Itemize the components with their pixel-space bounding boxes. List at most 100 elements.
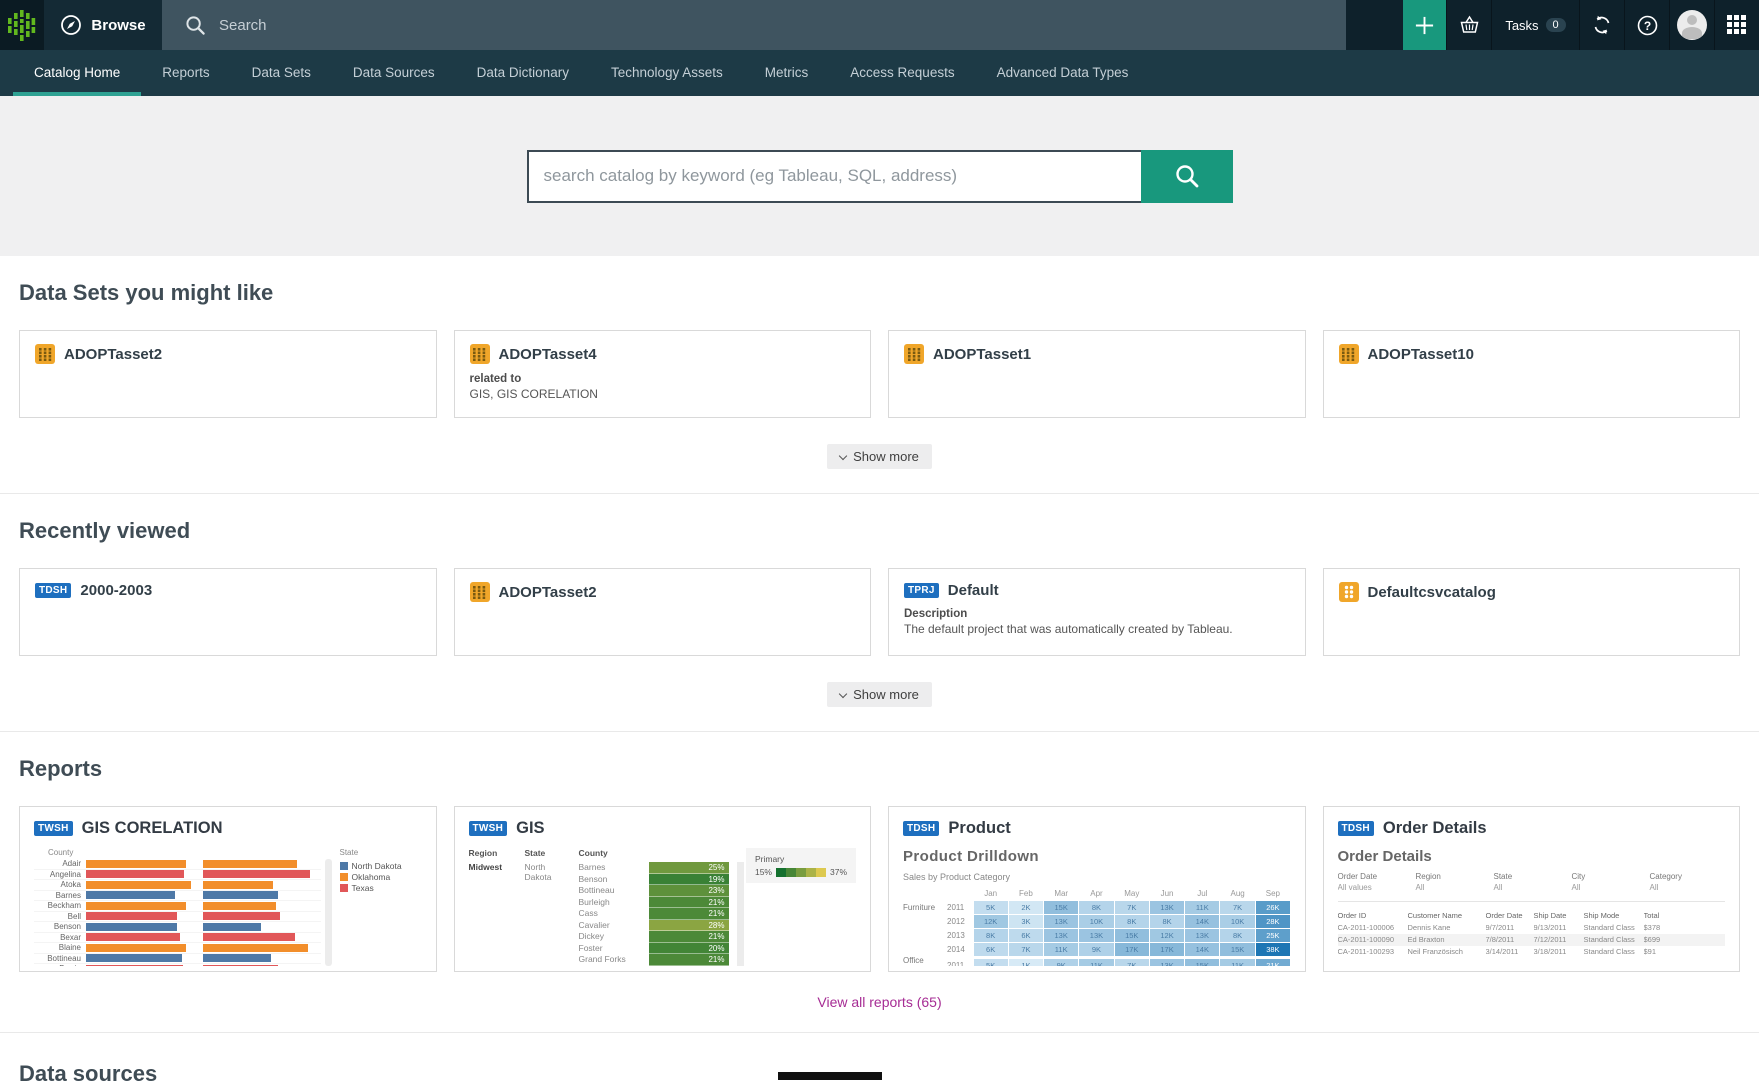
asset-card-adoptasset4[interactable]: ADOPTasset4related toGIS, GIS CORELATION (454, 330, 872, 418)
compose-button[interactable] (1403, 0, 1446, 50)
chart-legend: StateNorth DakotaOklahomaTexas (340, 848, 422, 966)
bar-track (86, 944, 192, 952)
report-thumbnail: RegionMidwestStateNorth DakotaCountyBarn… (469, 848, 857, 966)
table-cell: 9/7/2011 (1486, 922, 1534, 934)
table-icon (470, 582, 490, 602)
bar-label: Angelina (34, 870, 86, 879)
asset-name: Defaultcsvcatalog (1368, 584, 1496, 601)
value-cell: 21% (649, 931, 729, 943)
month-label: Aug (1220, 889, 1254, 898)
heatmap-cell: 8K (1220, 929, 1254, 942)
tab-bar: Catalog HomeReportsData SetsData Sources… (0, 50, 1759, 96)
filter-label: Category (1650, 872, 1726, 881)
asset-card-adoptasset10[interactable]: ADOPTasset10 (1323, 330, 1741, 418)
app-logo[interactable] (0, 0, 44, 50)
heatmap-row: 201212K3K13K10K8K8K14K10K28K (903, 914, 1291, 928)
datasets-show-more-wrap: Show more (19, 418, 1740, 493)
table-cell: 7/12/2011 (1534, 934, 1584, 946)
report-card-gis[interactable]: TWSHGISRegionMidwestStateNorth DakotaCou… (454, 806, 872, 972)
tab-catalog-home[interactable]: Catalog Home (13, 50, 141, 96)
bar (86, 870, 184, 878)
heatmap-cell: 25K (1256, 929, 1290, 942)
bar-label: Benson (34, 922, 86, 931)
filter: StateAll (1494, 872, 1572, 892)
asset-card-defaultcsvcatalog[interactable]: Defaultcsvcatalog (1323, 568, 1741, 656)
table-cell: Neil Französisch (1408, 946, 1486, 958)
state-value: North Dakota (525, 862, 571, 882)
global-search-input[interactable]: Search (162, 0, 1346, 50)
bar-track (203, 860, 309, 868)
recent-show-more-button[interactable]: Show more (827, 682, 932, 707)
heatmap-row: Furniture20115K2K15K8K7K13K11K7K26K (903, 900, 1291, 914)
bar-label: Bottineau (34, 954, 86, 963)
browse-button[interactable]: Browse (44, 0, 162, 50)
bar-track (203, 944, 309, 952)
bar-track (203, 891, 309, 899)
tab-advanced-data-types[interactable]: Advanced Data Types (976, 50, 1150, 96)
table-cell: $378 (1644, 922, 1678, 934)
tab-access-requests[interactable]: Access Requests (829, 50, 975, 96)
bar (86, 954, 182, 962)
asset-name: ADOPTasset2 (499, 584, 597, 601)
chevron-down-icon (839, 689, 847, 697)
asset-card-adoptasset1[interactable]: ADOPTasset1 (888, 330, 1306, 418)
catalog-search-input[interactable] (527, 150, 1141, 203)
apps-button[interactable] (1714, 0, 1759, 50)
tab-metrics[interactable]: Metrics (744, 50, 830, 96)
report-card-order-details[interactable]: TDSHOrder DetailsOrder DetailsOrder Date… (1323, 806, 1741, 972)
heatmap-cell: 12K (974, 915, 1008, 928)
reports-section-title: Reports (19, 756, 1740, 782)
table-cell: 3/14/2011 (1486, 946, 1534, 958)
card-title-row: TDSH2000-2003 (35, 582, 421, 599)
viz-subtitle: Sales by Product Category (903, 872, 1291, 882)
report-card-product[interactable]: TDSHProductProduct DrilldownSales by Pro… (888, 806, 1306, 972)
asset-card-adoptasset2[interactable]: ADOPTasset2 (19, 330, 437, 418)
heatmap-row: Office Supplies20115K1K9K11K7K13K15K11K2… (903, 956, 1291, 966)
table-header-cell: Customer Name (1408, 910, 1486, 922)
tab-data-sets[interactable]: Data Sets (231, 50, 332, 96)
heatmap-cell: 15K (1185, 959, 1219, 967)
refresh-button[interactable] (1579, 0, 1624, 50)
table-cell: Standard Class (1584, 946, 1644, 958)
asset-card-default[interactable]: TPRJDefaultDescriptionThe default projec… (888, 568, 1306, 656)
heatmap-cell: 17K (1150, 943, 1184, 956)
month-label: Jan (974, 889, 1008, 898)
browse-label: Browse (91, 17, 145, 34)
catalog-search-button[interactable] (1141, 150, 1233, 203)
heatmap-cell: 2K (1009, 901, 1043, 914)
bar (86, 965, 183, 966)
heatmap-cell: 8K (1079, 901, 1113, 914)
bar-label: Atoka (34, 880, 86, 889)
column-header (649, 848, 729, 862)
view-all-reports-link[interactable]: View all reports (65) (817, 994, 941, 1010)
category-label: Office Supplies (903, 956, 947, 966)
heatmap-cell: 13K (1150, 901, 1184, 914)
tab-technology-assets[interactable]: Technology Assets (590, 50, 744, 96)
basket-button[interactable] (1446, 0, 1491, 50)
asset-card-2000-2003[interactable]: TDSH2000-2003 (19, 568, 437, 656)
show-more-label: Show more (853, 449, 919, 464)
recently-viewed-title: Recently viewed (19, 518, 1740, 544)
card-title-row: TDSHProduct (903, 819, 1291, 838)
user-menu-button[interactable] (1669, 0, 1714, 50)
table-cell: CA-2011-100293 (1338, 946, 1408, 958)
legend-label: Oklahoma (352, 872, 391, 882)
asset-card-adoptasset2[interactable]: ADOPTasset2 (454, 568, 872, 656)
filter: RegionAll (1416, 872, 1494, 892)
tab-data-dictionary[interactable]: Data Dictionary (456, 50, 590, 96)
table-cell: Standard Class (1584, 934, 1644, 946)
help-button[interactable]: ? (1624, 0, 1669, 50)
card-title-row: ADOPTasset2 (35, 344, 421, 364)
report-card-gis-corelation[interactable]: TWSHGIS CORELATIONCountyAdairAngelinaAto… (19, 806, 437, 972)
bar-track (86, 912, 192, 920)
bar-track (86, 881, 192, 889)
tab-data-sources[interactable]: Data Sources (332, 50, 456, 96)
tab-reports[interactable]: Reports (141, 50, 230, 96)
plus-icon (1414, 15, 1435, 36)
datasets-show-more-button[interactable]: Show more (827, 444, 932, 469)
year-label: 2014 (947, 945, 973, 954)
heatmap-cell: 14K (1185, 915, 1219, 928)
tasks-button[interactable]: Tasks 0 (1491, 0, 1579, 50)
legend-item: North Dakota (340, 860, 422, 871)
table-header-cell: Order ID (1338, 910, 1408, 922)
